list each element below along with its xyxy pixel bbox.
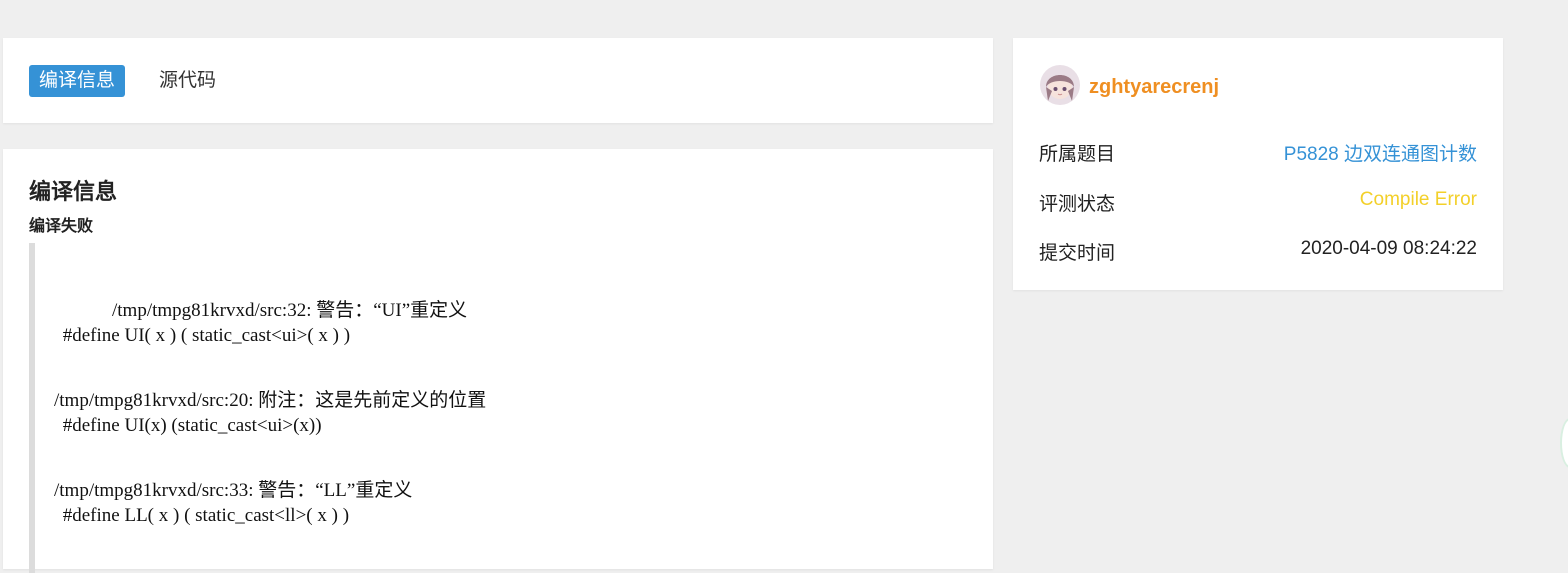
status-label: 评测状态	[1039, 194, 1116, 215]
compile-log-block: /tmp/tmpg81krvxd/src:32: 警告：“UI”重定义 #def…	[29, 243, 975, 573]
log-line: /tmp/tmpg81krvxd/src:33: 警告：“LL”重定义	[54, 480, 413, 501]
submission-tabs-card: 编译信息 源代码	[3, 38, 993, 123]
floating-edge-widget[interactable]	[1560, 418, 1568, 468]
status-value: Compile Error	[1359, 189, 1477, 210]
tab-source-code[interactable]: 源代码	[149, 65, 226, 97]
anime-girl-avatar-icon	[1040, 65, 1080, 105]
problem-label: 所属题目	[1039, 144, 1116, 165]
tab-compile-info[interactable]: 编译信息	[29, 65, 126, 97]
log-line: #define LL( x ) ( static_cast<ll>( x ) )	[58, 505, 350, 526]
submit-time-label: 提交时间	[1039, 243, 1116, 264]
log-line: #define UI( x ) ( static_cast<ui>( x ) )	[58, 325, 351, 346]
user-avatar[interactable]	[1040, 65, 1080, 105]
problem-link[interactable]: P5828 边双连通图计数	[1284, 139, 1477, 166]
log-line: #define UI(x) (static_cast<ui>(x))	[58, 415, 322, 436]
username-link[interactable]: zghtyarecrenj	[1089, 76, 1219, 99]
log-line: /tmp/tmpg81krvxd/src:32: 警告：“UI”重定义	[112, 300, 468, 321]
compile-info-title: 编译信息	[29, 179, 118, 204]
log-line: /tmp/tmpg81krvxd/src:20: 附注：这是先前定义的位置	[54, 390, 487, 411]
submit-time-value: 2020-04-09 08:24:22	[1300, 238, 1477, 259]
compile-status-subtitle: 编译失败	[29, 218, 94, 235]
compile-info-card: 编译信息 编译失败 /tmp/tmpg81krvxd/src:32: 警告：“U…	[3, 149, 993, 573]
submission-info-card: zghtyarecrenj 所属题目 P5828 边双连通图计数 评测状态 Co…	[1013, 38, 1503, 290]
